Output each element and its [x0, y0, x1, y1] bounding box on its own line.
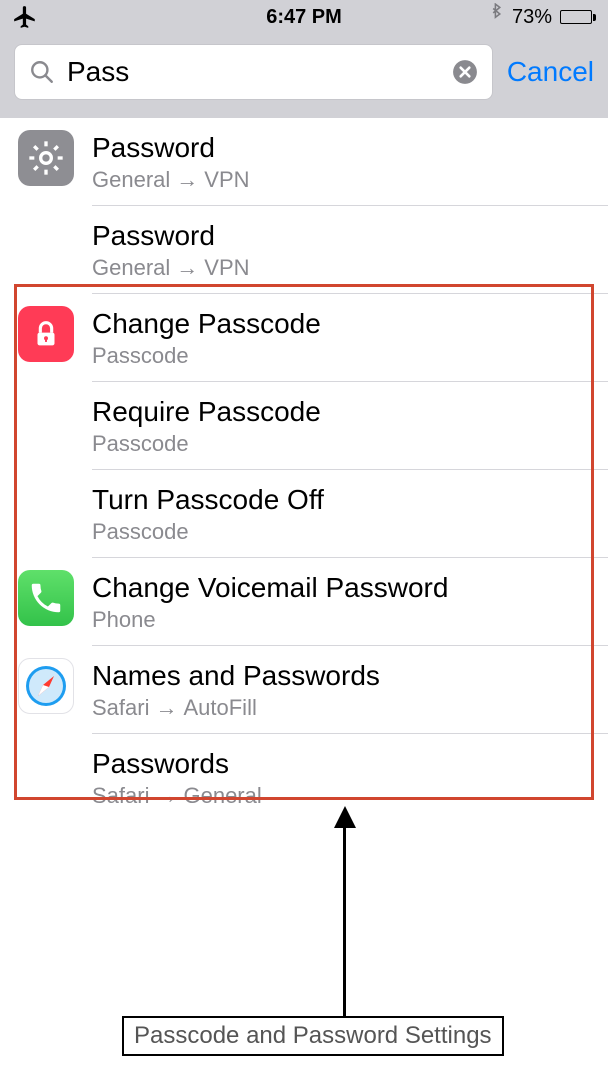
search-field[interactable] — [14, 44, 493, 100]
no-icon — [18, 746, 74, 802]
result-path: General→VPN — [92, 167, 594, 193]
result-path: Passcode — [92, 431, 594, 457]
annotation-label: Passcode and Password Settings — [122, 1016, 504, 1056]
no-icon — [18, 394, 74, 450]
result-row[interactable]: Passwords Safari→General — [0, 734, 608, 821]
result-title: Change Voicemail Password — [92, 570, 594, 605]
result-row[interactable]: Change Passcode Passcode — [0, 294, 608, 382]
no-icon — [18, 218, 74, 274]
result-row[interactable]: Require Passcode Passcode — [0, 382, 608, 470]
result-row[interactable]: Names and Passwords Safari→AutoFill — [0, 646, 608, 734]
search-results: Password General→VPN Password General→VP… — [0, 118, 608, 821]
result-row[interactable]: Password General→VPN — [0, 206, 608, 294]
no-icon — [18, 482, 74, 538]
status-bar: 6:47 PM 73% — [0, 0, 608, 34]
annotation-arrowhead — [334, 806, 356, 828]
battery-percent: 73% — [512, 6, 552, 29]
phone-icon — [18, 570, 74, 626]
search-icon — [29, 59, 55, 85]
annotation-arrow — [343, 826, 346, 1016]
status-time: 6:47 PM — [266, 6, 342, 29]
result-title: Names and Passwords — [92, 658, 594, 693]
result-title: Require Passcode — [92, 394, 594, 429]
result-row[interactable]: Change Voicemail Password Phone — [0, 558, 608, 646]
result-path: Phone — [92, 607, 594, 633]
bluetooth-icon — [489, 3, 504, 31]
gear-icon — [18, 130, 74, 186]
result-path: Passcode — [92, 519, 594, 545]
search-input[interactable] — [67, 56, 440, 88]
result-path: General→VPN — [92, 255, 594, 281]
airplane-mode-icon — [12, 4, 38, 30]
battery-icon — [560, 10, 596, 24]
result-title: Password — [92, 218, 594, 253]
result-title: Change Passcode — [92, 306, 594, 341]
result-row[interactable]: Password General→VPN — [0, 118, 608, 206]
clear-icon[interactable] — [452, 59, 478, 85]
safari-icon — [18, 658, 74, 714]
result-title: Turn Passcode Off — [92, 482, 594, 517]
result-path: Passcode — [92, 343, 594, 369]
search-bar: Cancel — [0, 34, 608, 118]
result-title: Passwords — [92, 746, 594, 781]
cancel-button[interactable]: Cancel — [507, 56, 594, 88]
result-title: Password — [92, 130, 594, 165]
result-row[interactable]: Turn Passcode Off Passcode — [0, 470, 608, 558]
lock-icon — [18, 306, 74, 362]
result-path: Safari→AutoFill — [92, 695, 594, 721]
